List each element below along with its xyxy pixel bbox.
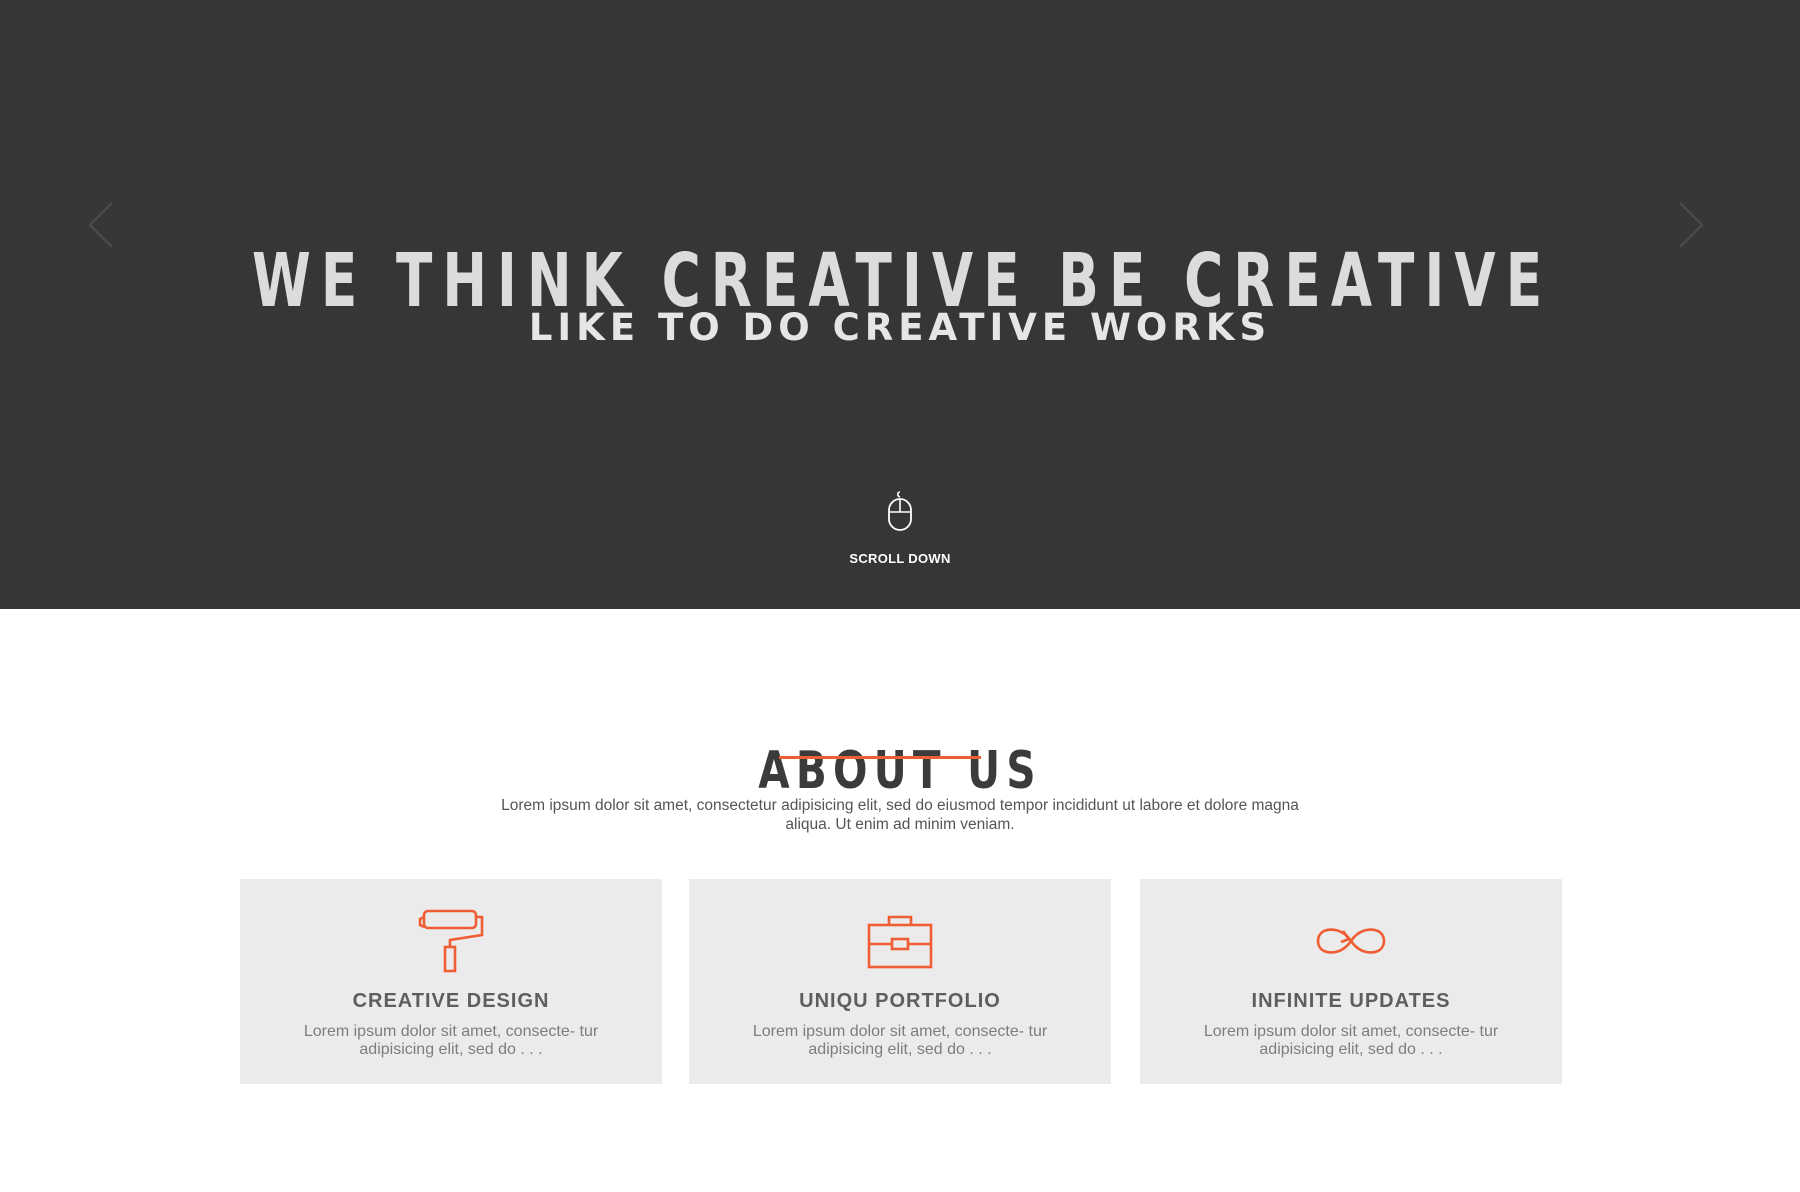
slider-prev-button[interactable] xyxy=(78,198,132,252)
hero-section: WE THINK CREATIVE BE CREATIVE LIKE TO DO… xyxy=(0,0,1800,609)
chevron-left-icon xyxy=(88,202,113,248)
hero-subtitle: LIKE TO DO CREATIVE WORKS xyxy=(528,305,1272,349)
scroll-down-button[interactable]: SCROLL DOWN xyxy=(0,490,1800,566)
about-description: Lorem ipsum dolor sit amet, consectetur … xyxy=(501,796,1299,833)
feature-description: Lorem ipsum dolor sit amet, consecte- tu… xyxy=(303,1023,599,1058)
briefcase-icon xyxy=(867,915,933,969)
about-title-underline xyxy=(779,756,981,759)
feature-description: Lorem ipsum dolor sit amet, consecte- tu… xyxy=(1203,1023,1499,1058)
feature-title: INFINITE UPDATES xyxy=(1251,990,1451,1012)
infinity-icon xyxy=(1316,928,1386,954)
scroll-down-label: SCROLL DOWN xyxy=(849,551,951,566)
about-title: ABOUT US xyxy=(758,741,1042,802)
chevron-right-icon xyxy=(1679,202,1704,248)
feature-card-creative-design[interactable]: CREATIVE DESIGN Lorem ipsum dolor sit am… xyxy=(240,879,662,1084)
mouse-icon xyxy=(888,491,912,531)
slider-next-button[interactable] xyxy=(1660,198,1714,252)
feature-card-infinite-updates[interactable]: INFINITE UPDATES Lorem ipsum dolor sit a… xyxy=(1140,879,1562,1084)
feature-description: Lorem ipsum dolor sit amet, consecte- tu… xyxy=(752,1023,1048,1058)
feature-title: CREATIVE DESIGN xyxy=(352,990,550,1012)
feature-title: UNIQU PORTFOLIO xyxy=(799,990,1001,1012)
paint-roller-icon xyxy=(418,909,484,973)
feature-card-uniqu-portfolio[interactable]: UNIQU PORTFOLIO Lorem ipsum dolor sit am… xyxy=(689,879,1111,1084)
